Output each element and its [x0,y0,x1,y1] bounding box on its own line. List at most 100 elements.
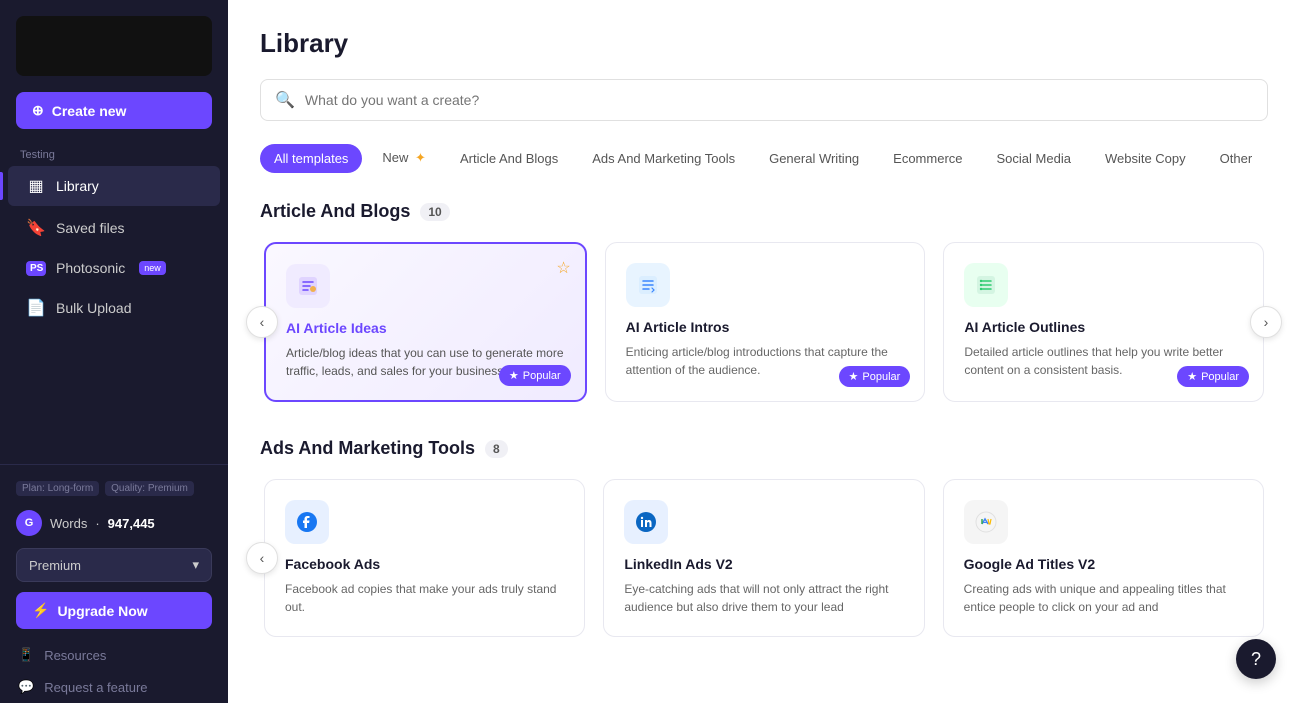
lightning-icon: ⚡ [32,602,49,619]
section-ads-marketing-header: Ads And Marketing Tools 8 [260,438,1268,459]
cards-nav-left-article[interactable]: ‹ [246,306,278,338]
popular-badge: ★ Popular [499,365,571,386]
cards-nav-right-article[interactable]: › [1250,306,1282,338]
card-icon-wrap [286,264,330,308]
bookmark-icon: 🔖 [26,218,46,238]
tab-website-copy[interactable]: Website Copy [1091,144,1200,173]
sidebar-item-request-feature[interactable]: 💬 Request a feature [0,671,228,703]
chevron-down-icon: ▾ [192,557,199,573]
card-ai-article-outlines-title: AI Article Outlines [964,319,1243,335]
words-row: G Words · 947,445 [0,504,228,542]
star-icon: ☆ [556,258,570,278]
card-icon-wrap [964,263,1008,307]
card-google-ad-titles-desc: Creating ads with unique and appealing t… [964,580,1243,616]
words-count: 947,445 [108,516,155,531]
plus-circle-icon: ⊕ [32,102,44,119]
new-badge: new [139,261,166,275]
card-facebook-ads-desc: Facebook ad copies that make your ads tr… [285,580,564,616]
section-article-blogs-title: Article And Blogs [260,201,410,222]
sidebar-item-library[interactable]: ▦ Library [8,166,220,206]
card-icon-wrap [964,500,1008,544]
avatar: G [16,510,42,536]
card-icon-wrap [285,500,329,544]
resources-label: Resources [44,648,106,663]
help-button[interactable]: ? [1236,639,1276,679]
sidebar-item-photosonic-label: Photosonic [56,260,125,276]
section-article-blogs: Article And Blogs 10 ‹ ☆ AI Article Ide [260,201,1268,406]
create-new-label: Create new [52,103,127,119]
premium-label: Premium [29,558,81,573]
main-content: Library 🔍 All templates New ✦ Article An… [228,0,1300,703]
sidebar-section-label: Testing [0,141,228,165]
card-linkedin-ads[interactable]: LinkedIn Ads V2 Eye-catching ads that wi… [603,479,924,637]
star-popular-icon: ★ [509,369,519,382]
card-facebook-ads[interactable]: Facebook Ads Facebook ad copies that mak… [264,479,585,637]
sidebar-item-saved-files-label: Saved files [56,220,124,236]
request-feature-icon: 💬 [18,679,34,695]
tab-general-writing[interactable]: General Writing [755,144,873,173]
tab-article-blogs[interactable]: Article And Blogs [446,144,572,173]
card-ai-article-intros[interactable]: AI Article Intros Enticing article/blog … [605,242,926,402]
photosonic-icon: PS [26,261,46,276]
article-ideas-icon [296,274,320,298]
search-input[interactable] [305,92,1253,108]
tab-all-templates[interactable]: All templates [260,144,362,173]
tabs-bar: All templates New ✦ Article And Blogs Ad… [260,143,1268,173]
sidebar-item-bulk-upload-label: Bulk Upload [56,300,132,316]
question-mark-icon: ? [1251,649,1261,670]
section-ads-marketing-count: 8 [485,440,508,458]
sidebar-item-photosonic[interactable]: PS Photosonic new [8,250,220,286]
tab-ecommerce[interactable]: Ecommerce [879,144,976,173]
tab-social-media[interactable]: Social Media [983,144,1085,173]
sidebar-item-bulk-upload[interactable]: 📄 Bulk Upload [8,288,220,328]
card-ai-article-intros-title: AI Article Intros [626,319,905,335]
section-article-blogs-header: Article And Blogs 10 [260,201,1268,222]
bulk-upload-icon: 📄 [26,298,46,318]
star-popular-icon: ★ [849,370,859,383]
sidebar-item-library-label: Library [56,178,99,194]
words-label: Words [50,516,87,531]
sidebar: ⊕ Create new Testing ▦ Library 🔖 Saved f… [0,0,228,703]
tab-other[interactable]: Other [1206,144,1267,173]
plan-info: Plan: Long-form Quality: Premium [16,481,212,496]
request-feature-label: Request a feature [44,680,147,695]
premium-select[interactable]: Premium ▾ [16,548,212,582]
section-article-blogs-count: 10 [420,203,449,221]
tab-new[interactable]: New ✦ [368,143,440,173]
star-icon: ✦ [415,150,426,165]
card-linkedin-ads-desc: Eye-catching ads that will not only attr… [624,580,903,616]
card-facebook-ads-title: Facebook Ads [285,556,564,572]
card-linkedin-ads-title: LinkedIn Ads V2 [624,556,903,572]
linkedin-icon [634,510,658,534]
library-icon: ▦ [26,176,46,196]
sidebar-bottom: Plan: Long-form Quality: Premium G Words… [0,464,228,703]
page-title: Library [260,28,1268,59]
create-new-button[interactable]: ⊕ Create new [16,92,212,129]
card-icon-wrap [626,263,670,307]
cards-nav-left-ads[interactable]: ‹ [246,542,278,574]
article-intros-icon [636,273,660,297]
popular-badge: ★ Popular [1177,366,1249,387]
card-ai-article-ideas-title: AI Article Ideas [286,320,565,336]
card-ai-article-ideas[interactable]: ☆ AI Article Ideas Article/blog ideas th… [264,242,587,402]
article-blogs-cards-row: ‹ ☆ AI Article Ideas Article/blog ideas … [260,238,1268,406]
search-bar: 🔍 [260,79,1268,121]
tab-ads-marketing[interactable]: Ads And Marketing Tools [578,144,749,173]
ads-marketing-cards-container: Facebook Ads Facebook ad copies that mak… [260,475,1268,641]
dot-separator: · [95,516,99,531]
search-icon: 🔍 [275,90,295,110]
popular-label: Popular [862,371,900,383]
facebook-icon [295,510,319,534]
upgrade-now-button[interactable]: ⚡ Upgrade Now [16,592,212,629]
card-google-ad-titles[interactable]: Google Ad Titles V2 Creating ads with un… [943,479,1264,637]
popular-label: Popular [1201,371,1239,383]
upgrade-label: Upgrade Now [57,603,147,619]
ads-marketing-cards-row: ‹ Facebook Ads Facebook ad copies that m… [260,475,1268,641]
sidebar-item-saved-files[interactable]: 🔖 Saved files [8,208,220,248]
sidebar-item-resources[interactable]: 📱 Resources [0,639,228,671]
popular-label: Popular [523,370,561,382]
quality-label: Quality: Premium [105,481,194,496]
resources-icon: 📱 [18,647,34,663]
card-ai-article-outlines[interactable]: AI Article Outlines Detailed article out… [943,242,1264,402]
plan-label: Plan: Long-form [16,481,99,496]
